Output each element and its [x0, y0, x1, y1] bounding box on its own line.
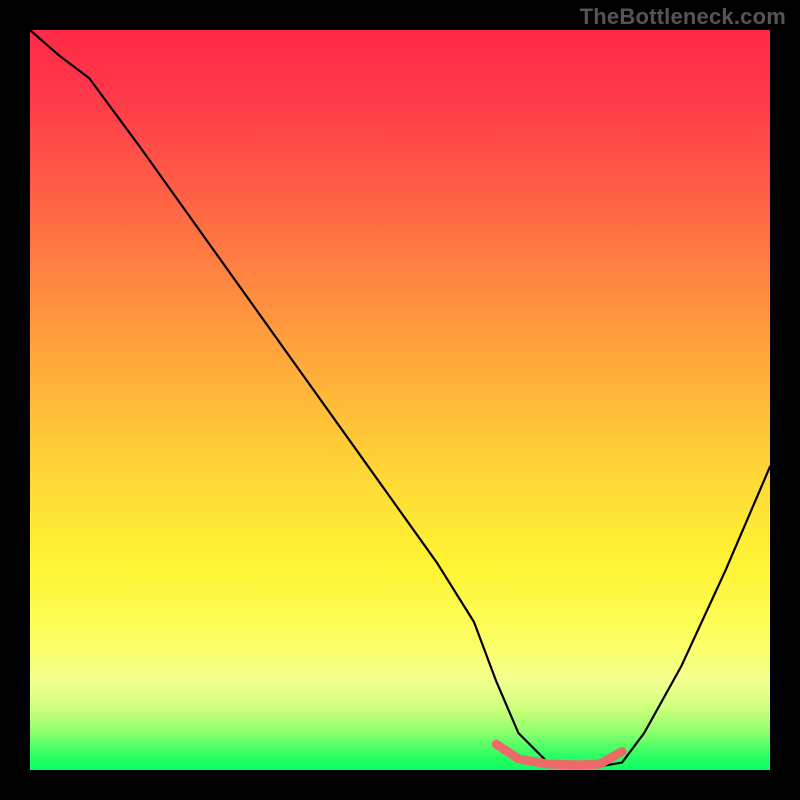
bottleneck-curve: [30, 30, 770, 766]
curve-layer: [30, 30, 770, 770]
watermark-text: TheBottleneck.com: [580, 4, 786, 30]
plot-area: [30, 30, 770, 770]
optimal-flat-segment: [496, 744, 622, 765]
chart-frame: TheBottleneck.com: [0, 0, 800, 800]
